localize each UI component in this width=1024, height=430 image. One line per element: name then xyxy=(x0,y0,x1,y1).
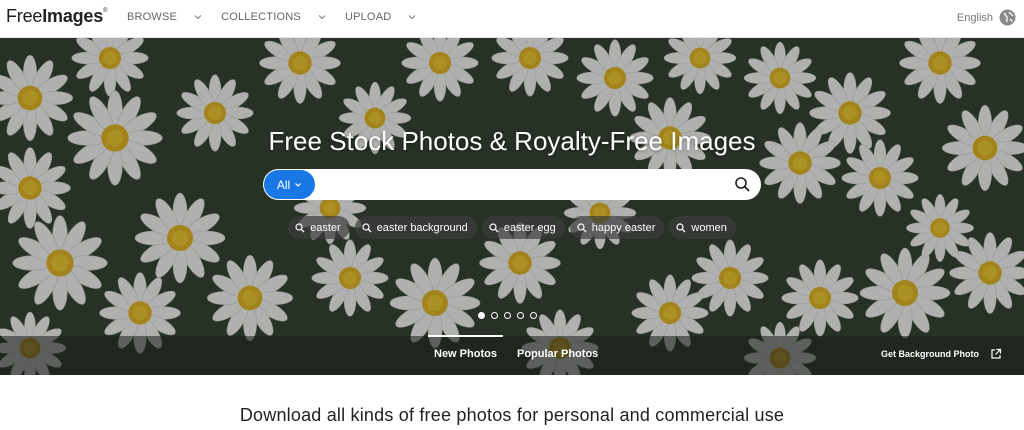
search-icon xyxy=(489,222,499,232)
carousel-dot[interactable] xyxy=(478,312,485,319)
carousel-dot[interactable] xyxy=(530,312,537,319)
chevron-down-icon xyxy=(193,12,203,22)
search-icon xyxy=(362,222,372,232)
hero-tab-bar: New Photos Popular Photos Get Background… xyxy=(0,335,1024,375)
carousel-dot[interactable] xyxy=(491,312,498,319)
main-nav: BROWSE COLLECTIONS UPLOAD xyxy=(127,11,435,23)
tag-chip[interactable]: women xyxy=(669,216,736,239)
nav-browse[interactable]: BROWSE xyxy=(127,11,203,23)
tab-new-photos[interactable]: New Photos xyxy=(428,335,503,360)
top-header: FreeImages® BROWSE COLLECTIONS UPLOAD En… xyxy=(0,0,1024,38)
hero-banner: Free Stock Photos & Royalty-Free Images … xyxy=(0,38,1024,375)
tag-label: easter xyxy=(310,221,341,234)
tag-chip[interactable]: easter xyxy=(288,216,350,239)
tag-label: easter egg xyxy=(503,221,556,234)
tag-chip[interactable]: happy easter xyxy=(569,216,665,239)
nav-collections[interactable]: COLLECTIONS xyxy=(221,11,327,23)
tag-chip[interactable]: easter egg xyxy=(481,216,565,239)
search-category-label: All xyxy=(276,177,291,192)
tab-popular-photos[interactable]: Popular Photos xyxy=(517,348,598,360)
search-icon xyxy=(577,222,587,232)
search-icon xyxy=(295,222,305,232)
logo-registered-mark: ® xyxy=(103,8,108,14)
nav-upload-label: UPLOAD xyxy=(344,11,392,23)
search-bar: All xyxy=(263,169,761,200)
tag-label: happy easter xyxy=(591,221,656,234)
hero-overlay xyxy=(0,38,1024,375)
language-label: English xyxy=(956,11,993,24)
nav-browse-label: BROWSE xyxy=(127,11,178,23)
freeimages-logo[interactable]: FreeImages® xyxy=(6,6,108,27)
page-subtitle: Download all kinds of free photos for pe… xyxy=(239,405,785,425)
globe-icon xyxy=(999,9,1016,26)
trending-tags: easter easter background easter egg happ… xyxy=(0,216,1024,239)
carousel-dot[interactable] xyxy=(504,312,511,319)
carousel-dot[interactable] xyxy=(517,312,524,319)
language-selector[interactable]: English xyxy=(957,9,1016,26)
tag-label: easter background xyxy=(376,221,468,234)
chevron-down-icon xyxy=(317,12,327,22)
search-icon xyxy=(676,222,686,232)
hero-title: Free Stock Photos & Royalty-Free Images xyxy=(268,126,756,156)
tag-chip[interactable]: easter background xyxy=(354,216,477,239)
get-background-label: Get Background Photo xyxy=(880,349,979,359)
chevron-down-icon xyxy=(407,12,417,22)
get-background-photo-link[interactable]: Get Background Photo xyxy=(881,348,1002,360)
search-category-select[interactable]: All xyxy=(264,170,315,199)
nav-collections-label: COLLECTIONS xyxy=(221,11,301,23)
logo-text-images: Images xyxy=(42,6,104,26)
logo-text-free: Free xyxy=(6,6,43,26)
nav-upload[interactable]: UPLOAD xyxy=(345,11,417,23)
search-icon[interactable] xyxy=(734,176,751,193)
external-link-icon xyxy=(991,348,1002,359)
search-input[interactable] xyxy=(321,173,725,198)
tag-label: women xyxy=(691,221,727,234)
carousel-dots xyxy=(478,312,537,319)
chevron-down-icon xyxy=(295,182,302,187)
